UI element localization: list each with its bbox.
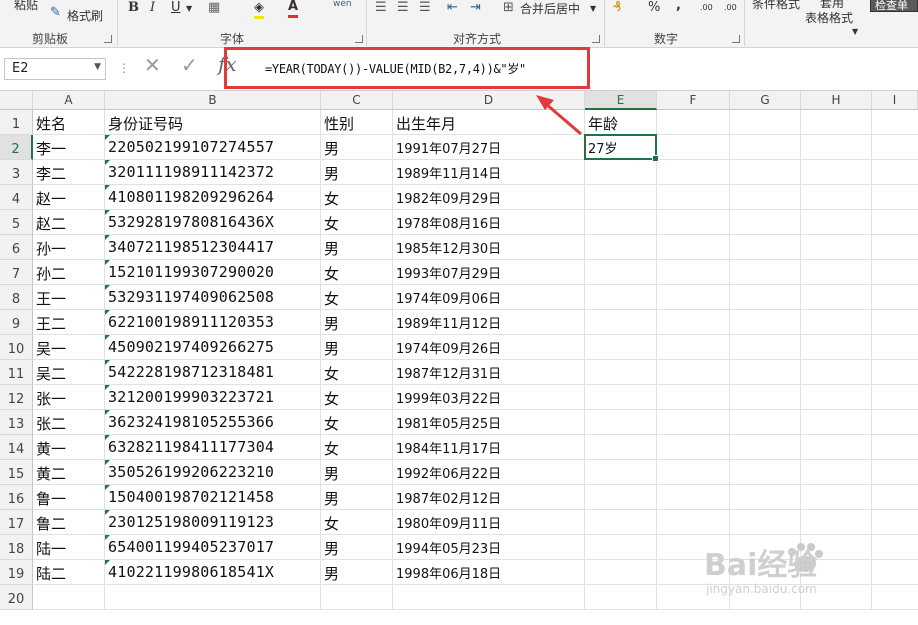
watermark-url: jingyan.baidu.com [706, 582, 817, 596]
watermark-brand: Bai经验 [704, 548, 818, 583]
baidu-watermark: Bai经验 jingyan.baidu.com [700, 530, 910, 610]
